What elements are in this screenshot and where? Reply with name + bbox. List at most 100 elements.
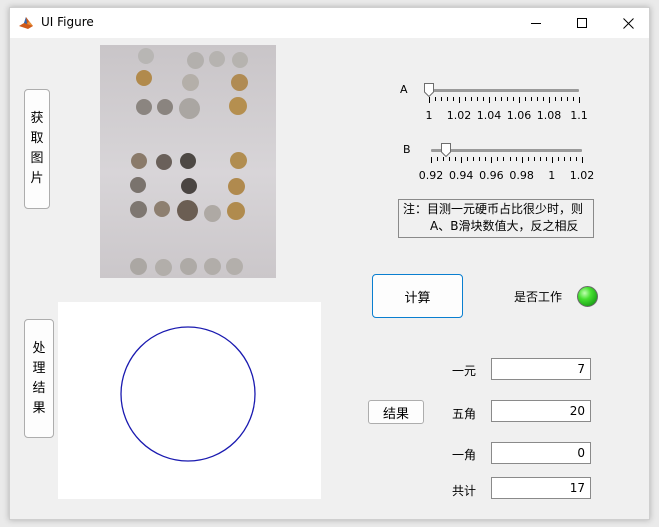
slider-a-major-tick	[579, 97, 580, 103]
slider-b-label: B	[403, 143, 411, 156]
slider-a-minor-tick	[435, 97, 436, 101]
slider-a-tick-label: 1.08	[536, 109, 562, 122]
slider-a-minor-tick	[525, 97, 526, 101]
slider-b-tick-label: 1	[548, 169, 556, 182]
hint-note: 注：目测一元硬币占比很少时，则 A、B滑块数值大，反之相反	[398, 199, 594, 238]
result-axes	[58, 302, 321, 499]
slider-b-major-tick	[551, 157, 553, 163]
slider-b-major-tick	[491, 157, 493, 163]
slider-a-minor-tick	[543, 97, 544, 101]
slider-b-minor-tick	[437, 157, 439, 161]
slider-b-minor-tick	[545, 157, 547, 161]
slider-a-minor-tick	[531, 97, 532, 101]
slider-b-major-tick	[461, 157, 463, 163]
slider-a-minor-tick	[567, 97, 568, 101]
slider-b-minor-tick	[569, 157, 571, 161]
slider-a-tick-label: 1.1	[570, 109, 588, 122]
slider-b-tick-label: 0.98	[509, 169, 534, 182]
slider-a-minor-tick	[441, 97, 442, 101]
slider-b-tick-label: 0.94	[448, 169, 474, 182]
slider-a-major-tick	[519, 97, 520, 103]
slider-a-tick-label: 1.02	[446, 109, 472, 122]
slider-b-minor-tick	[503, 157, 505, 161]
calculate-button[interactable]: 计算	[372, 274, 463, 318]
slider-a-minor-tick	[537, 97, 538, 101]
slider-b-major-tick	[431, 157, 432, 163]
maximize-icon	[577, 18, 587, 28]
slider-a-minor-tick	[471, 97, 472, 101]
total-label: 共计	[452, 484, 477, 498]
slider-b-minor-tick	[539, 157, 541, 161]
hint-note-line2: A、B滑块数值大，反之相反	[430, 219, 579, 233]
slider-a-tick-label: 1.06	[506, 109, 532, 122]
maximize-button[interactable]	[559, 8, 605, 38]
slider-b-track[interactable]	[431, 149, 582, 152]
slider-a-minor-tick	[453, 97, 454, 101]
slider-a-major-tick	[549, 97, 550, 103]
close-icon	[622, 17, 634, 29]
slider-b-major-tick	[521, 157, 523, 163]
slider-b-minor-tick	[557, 157, 559, 161]
one-yuan-field[interactable]: 7	[491, 358, 591, 380]
minimize-icon	[531, 22, 541, 24]
close-button[interactable]	[605, 8, 651, 38]
process-result-button[interactable]: 处理结果	[24, 319, 54, 438]
working-lamp	[577, 286, 598, 307]
slider-b-minor-tick	[455, 157, 457, 161]
slider-a-major-tick	[459, 97, 460, 103]
get-image-label: 获取图片	[30, 111, 44, 186]
hint-note-line1: 注：目测一元硬币占比很少时，则	[403, 202, 584, 216]
result-circle-plot	[120, 326, 256, 462]
figure-content: 获取图片 处理结果 A 1 1.02 1.04 1.06 1.08 1.1 B …	[10, 38, 649, 521]
five-jiao-label: 五角	[452, 407, 477, 421]
slider-b-tick-label: 0.96	[479, 169, 504, 182]
slider-b-minor-tick	[467, 157, 469, 161]
get-image-button[interactable]: 获取图片	[24, 89, 50, 209]
slider-b-minor-tick	[533, 157, 535, 161]
slider-b-minor-tick	[473, 157, 475, 161]
slider-a-minor-tick	[573, 97, 574, 101]
slider-a-minor-tick	[465, 97, 466, 101]
slider-b-minor-tick	[509, 157, 511, 161]
result-circle	[120, 326, 256, 462]
slider-a-minor-tick	[561, 97, 562, 101]
slider-b-minor-tick	[575, 157, 577, 161]
slider-b-minor-tick	[497, 157, 499, 161]
slider-b-minor-tick	[479, 157, 481, 161]
total-field[interactable]: 17	[491, 477, 591, 499]
slider-b-thumb[interactable]	[441, 143, 452, 157]
window-title: UI Figure	[41, 15, 94, 29]
five-jiao-field[interactable]: 20	[491, 400, 591, 422]
ui-figure-window: UI Figure 获取图片 处理结果 A 1 1.02 1.04 1.06 1…	[9, 7, 650, 520]
slider-a-thumb[interactable]	[424, 83, 434, 97]
slider-a-minor-tick	[495, 97, 496, 101]
slider-a-minor-tick	[501, 97, 502, 101]
slider-a-tick-label: 1	[425, 109, 433, 122]
one-yuan-label: 一元	[452, 364, 477, 378]
one-jiao-label: 一角	[452, 448, 477, 462]
slider-a-minor-tick	[483, 97, 484, 101]
slider-b-minor-tick	[527, 157, 529, 161]
slider-b-tick-label: 0.92	[418, 169, 444, 182]
slider-a-minor-tick	[555, 97, 556, 101]
working-lamp-label: 是否工作	[514, 290, 563, 304]
slider-a-minor-tick	[477, 97, 478, 101]
slider-a-track[interactable]	[429, 89, 579, 92]
result-button[interactable]: 结果	[368, 400, 424, 424]
slider-a-tick-label: 1.04	[476, 109, 502, 122]
slider-b-tick-label: 1.02	[569, 169, 595, 182]
slider-a-minor-tick	[507, 97, 508, 101]
matlab-icon	[19, 17, 33, 29]
slider-a-label: A	[400, 83, 408, 96]
slider-a-minor-tick	[513, 97, 514, 101]
process-result-label: 处理结果	[32, 340, 46, 416]
slider-a-major-tick	[429, 97, 430, 103]
minimize-button[interactable]	[513, 8, 559, 38]
slider-b-minor-tick	[443, 157, 445, 161]
slider-b-minor-tick	[449, 157, 451, 161]
slider-a-minor-tick	[447, 97, 448, 101]
title-bar: UI Figure	[10, 8, 649, 38]
slider-b-minor-tick	[563, 157, 565, 161]
one-jiao-field[interactable]: 0	[491, 442, 591, 464]
slider-b-minor-tick	[515, 157, 517, 161]
